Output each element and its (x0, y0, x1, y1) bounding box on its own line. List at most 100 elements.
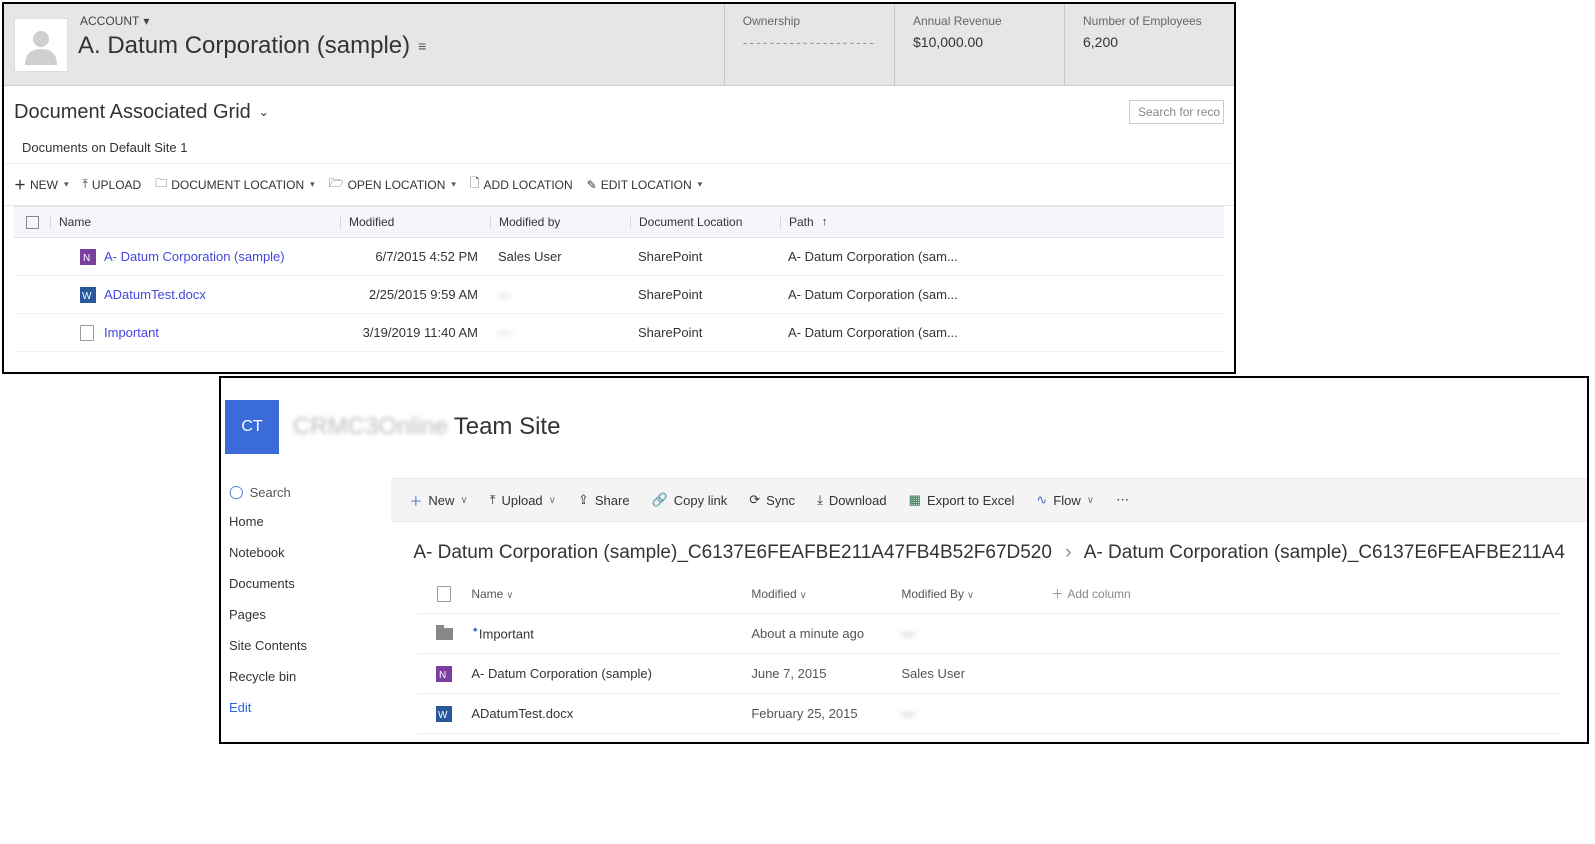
breadcrumb-item[interactable]: A- Datum Corporation (sample)_C6137E6FEA… (413, 542, 1052, 563)
site-title[interactable]: CRMC3Online Team Site (293, 413, 560, 441)
file-link[interactable]: WADatumTest.docx (50, 287, 340, 303)
cell-modified: February 25, 2015 (751, 706, 901, 721)
cell-modified-by: Sales User (901, 666, 1051, 681)
list-item[interactable]: N A- Datum Corporation (sample)June 7, 20… (417, 654, 1561, 694)
svg-text:W: W (438, 710, 448, 721)
table-row[interactable]: NA- Datum Corporation (sample)6/7/2015 4… (14, 238, 1224, 276)
folder-icon: 🗀 (155, 174, 167, 195)
sp-new-button[interactable]: ＋New (409, 491, 467, 510)
cell-path: A- Datum Corporation (sam... (780, 287, 1030, 302)
add-column-button[interactable]: ＋Add column (1051, 585, 1130, 602)
sp-grid-headers: Name Modified Modified By ＋Add column (417, 574, 1561, 614)
svg-text:N: N (83, 253, 90, 264)
onenote-icon: N (417, 666, 471, 682)
link-icon: 🔗 (652, 492, 668, 508)
hf-value[interactable]: 6,200 (1083, 34, 1216, 50)
file-name[interactable]: A- Datum Corporation (sample) (471, 666, 751, 681)
col-name[interactable]: Name (50, 215, 340, 229)
command-bar: ＋NEW ⤒UPLOAD 🗀DOCUMENT LOCATION 🗁OPEN LO… (4, 164, 1234, 206)
nav-item-notebook[interactable]: Notebook (229, 537, 383, 568)
list-icon[interactable]: ≡ (418, 38, 426, 54)
table-row[interactable]: WADatumTest.docx2/25/2015 9:59 AM—ShareP… (14, 276, 1224, 314)
col-modified-by[interactable]: Modified by (490, 215, 630, 229)
list-item[interactable]: WADatumTest.docxFebruary 25, 2015— (417, 694, 1561, 734)
add-location-button[interactable]: 🗋ADD LOCATION (470, 174, 573, 195)
select-all-checkbox[interactable] (14, 216, 50, 229)
chevron-right-icon: › (1065, 542, 1071, 563)
sp-search-input[interactable]: ◯ Search (229, 478, 383, 506)
header-field-employees: Number of Employees 6,200 (1064, 4, 1234, 85)
cell-modified: About a minute ago (751, 626, 901, 641)
upload-icon: ⤒ (490, 492, 496, 508)
cell-modified-by: — (901, 626, 1051, 641)
record-title: A. Datum Corporation (sample) ≡ (78, 32, 724, 60)
col-modified[interactable]: Modified (751, 587, 901, 601)
sp-site-header: CT CRMC3Online Team Site (221, 394, 1587, 478)
col-name[interactable]: Name (471, 587, 751, 601)
file-name[interactable]: ADatumTest.docx (471, 706, 751, 721)
list-item[interactable]: ✦ImportantAbout a minute ago— (417, 614, 1561, 654)
open-location-button[interactable]: 🗁OPEN LOCATION (329, 174, 456, 195)
search-icon: ◯ (229, 484, 244, 500)
document-location-button[interactable]: 🗀DOCUMENT LOCATION (155, 174, 314, 195)
sp-flow-button[interactable]: ∿Flow (1036, 492, 1094, 508)
sp-upload-button[interactable]: ⤒Upload (490, 492, 556, 508)
edit-location-button[interactable]: ✎EDIT LOCATION (587, 178, 703, 192)
nav-item-home[interactable]: Home (229, 506, 383, 537)
view-selector[interactable]: Document Associated Grid ⌄ (14, 101, 269, 124)
sp-overflow-button[interactable]: ⋯ (1116, 492, 1129, 508)
col-path[interactable]: Path (780, 215, 970, 229)
hf-label: Annual Revenue (913, 14, 1046, 28)
hf-value[interactable]: $10,000.00 (913, 34, 1046, 50)
cell-modified: 6/7/2015 4:52 PM (340, 249, 490, 264)
file-name[interactable]: ✦Important (471, 625, 751, 641)
avatar (14, 18, 68, 72)
title-block: ACCOUNT ▾ A. Datum Corporation (sample) … (78, 4, 724, 85)
table-row[interactable]: Important3/19/2019 11:40 AM—SharePointA-… (14, 314, 1224, 352)
location-label: Documents on Default Site 1 (4, 132, 1234, 164)
nav-item-recycle-bin[interactable]: Recycle bin (229, 661, 383, 692)
search-input[interactable]: Search for reco (1129, 100, 1224, 124)
file-link[interactable]: NA- Datum Corporation (sample) (50, 249, 340, 265)
site-title-text: Team Site (454, 413, 561, 441)
col-modified-by[interactable]: Modified By (901, 587, 1051, 601)
svg-text:W: W (82, 291, 92, 302)
edit-icon: ✎ (587, 178, 597, 192)
sp-main: ＋New ⤒Upload ⇪Share 🔗Copy link ⟳Sync ⤓Do… (391, 478, 1587, 742)
file-link[interactable]: Important (50, 325, 340, 341)
folder-open-icon: 🗁 (329, 174, 344, 195)
breadcrumb-item[interactable]: A- Datum Corporation (sample)_C6137E6FEA… (1084, 542, 1565, 563)
hf-label: Number of Employees (1083, 14, 1216, 28)
sp-share-button[interactable]: ⇪Share (578, 492, 630, 508)
cell-modified: June 7, 2015 (751, 666, 901, 681)
hf-value[interactable]: -------------------- (743, 34, 876, 50)
site-logo[interactable]: CT (225, 400, 279, 454)
sp-body: ◯ Search HomeNotebookDocumentsPagesSite … (221, 478, 1587, 742)
sp-copylink-button[interactable]: 🔗Copy link (652, 492, 728, 508)
cell-location: SharePoint (630, 325, 780, 340)
nav-item-pages[interactable]: Pages (229, 599, 383, 630)
cell-modified-by: — (490, 325, 630, 340)
header-field-ownership: Ownership -------------------- (724, 4, 894, 85)
doc-icon (80, 325, 96, 341)
sp-export-button[interactable]: ▦Export to Excel (909, 492, 1015, 508)
cell-modified: 2/25/2015 9:59 AM (340, 287, 490, 302)
nav-item-edit[interactable]: Edit (229, 692, 383, 723)
col-doc-location[interactable]: Document Location (630, 215, 780, 229)
add-location-icon: 🗋 (470, 174, 480, 195)
col-type-icon[interactable] (417, 586, 471, 602)
word-icon: W (80, 287, 96, 303)
view-header: Document Associated Grid ⌄ Search for re… (4, 86, 1234, 132)
col-modified[interactable]: Modified (340, 215, 490, 229)
entity-type-dropdown[interactable]: ACCOUNT ▾ (78, 10, 724, 32)
download-icon: ⤓ (817, 492, 823, 508)
sp-download-button[interactable]: ⤓Download (817, 492, 887, 508)
sp-sync-button[interactable]: ⟳Sync (749, 492, 795, 508)
nav-item-documents[interactable]: Documents (229, 568, 383, 599)
cell-location: SharePoint (630, 249, 780, 264)
svg-text:N: N (439, 670, 446, 681)
nav-item-site-contents[interactable]: Site Contents (229, 630, 383, 661)
hf-label: Ownership (743, 14, 876, 28)
new-button[interactable]: ＋NEW (14, 176, 69, 193)
upload-button[interactable]: ⤒UPLOAD (83, 177, 142, 192)
